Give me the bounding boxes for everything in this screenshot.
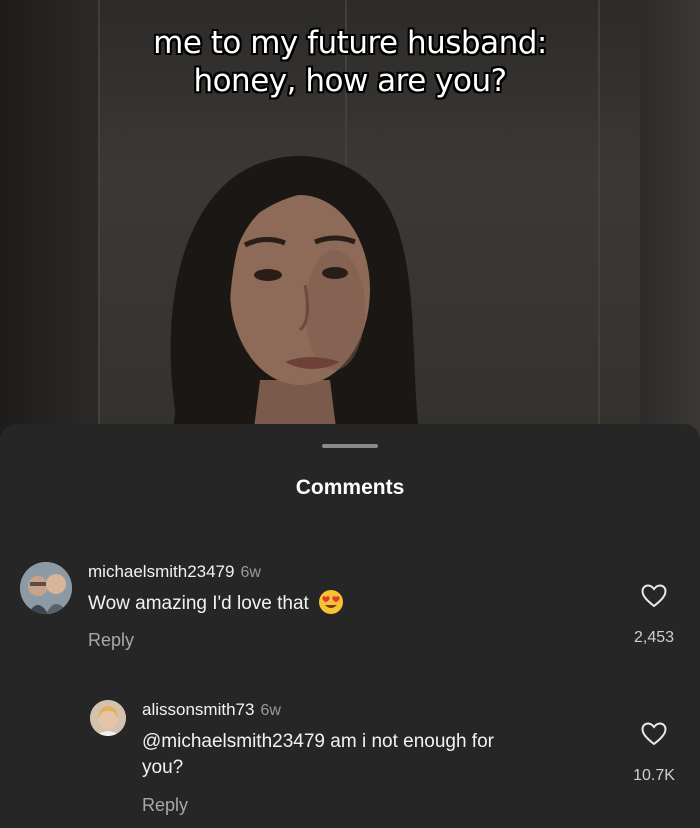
sheet-drag-handle[interactable] <box>322 444 378 448</box>
like-control: 2,453 <box>624 584 684 647</box>
avatar[interactable] <box>20 562 72 614</box>
reply-button[interactable]: Reply <box>88 630 134 651</box>
video-player[interactable]: me to my future husband: honey, how are … <box>0 0 700 440</box>
comment-body: Wow amazing I'd love that <box>88 593 309 614</box>
avatar[interactable] <box>90 700 126 736</box>
comment-text: @michaelsmith23479 am i not enough for y… <box>142 729 602 781</box>
caption-line-1: me to my future husband: <box>153 25 547 61</box>
comment-username[interactable]: alissonsmith73 <box>142 700 254 719</box>
comments-sheet: Comments michaelsmith23479 6w Wow amazing… <box>0 424 700 828</box>
heart-eyes-emoji-icon <box>319 589 344 614</box>
reply-button[interactable]: Reply <box>142 795 188 816</box>
comment-text: Wow amazing I'd love that <box>88 589 344 617</box>
like-count: 2,453 <box>633 629 675 646</box>
avatar-photo-icon <box>90 700 126 736</box>
app-screen: me to my future husband: honey, how are … <box>0 0 700 828</box>
like-control: 10.7K <box>624 722 684 785</box>
comment-username[interactable]: michaelsmith23479 <box>88 562 234 581</box>
heart-icon[interactable] <box>641 584 667 608</box>
person-figure <box>170 156 420 440</box>
comment-body-line-2: you? <box>142 757 184 778</box>
comment-time: 6w <box>240 564 261 581</box>
comment-body-line-1: @michaelsmith23479 am i not enough for <box>142 731 494 752</box>
comment-time: 6w <box>260 702 281 719</box>
comment-header: alissonsmith73 6w <box>142 700 281 720</box>
video-caption: me to my future husband: honey, how are … <box>0 24 700 100</box>
like-count: 10.7K <box>633 767 675 784</box>
avatar-photo-icon <box>20 562 72 614</box>
caption-line-2: honey, how are you? <box>193 63 507 99</box>
comments-title: Comments <box>295 476 405 499</box>
comment-header: michaelsmith23479 6w <box>88 562 261 582</box>
heart-icon[interactable] <box>641 722 667 746</box>
